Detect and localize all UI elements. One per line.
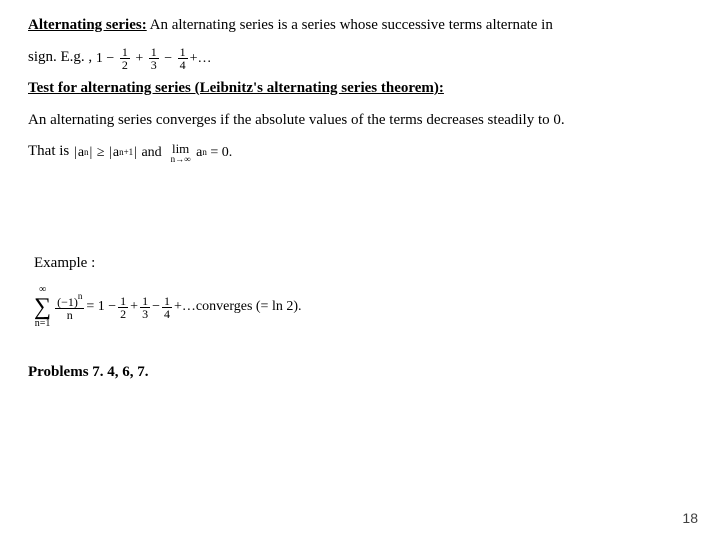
def-text-2: sign. E.g. ,: [28, 42, 96, 74]
test-condition-line: That is | an | ≥ | an+1 | and lim n→∞ an…: [28, 136, 692, 168]
def-text-1: An alternating series is a series whose …: [147, 10, 553, 42]
example-block: Example : ∞ ∑ n=1 (−1)n n = 1 − 12 + 13 …: [34, 248, 692, 330]
condition-formula: | an | ≥ | an+1 | and lim n→∞ an = 0.: [73, 138, 232, 167]
example-label: Example :: [34, 248, 692, 280]
sigma-icon: ∞ ∑ n=1: [34, 285, 51, 329]
example-formula: ∞ ∑ n=1 (−1)n n = 1 − 12 + 13 − 14 +… co…: [34, 285, 692, 329]
problems-reference: Problems 7. 4, 6, 7.: [28, 357, 692, 389]
slide-content: Alternating series: An alternating serie…: [0, 0, 720, 389]
definition-line-1: Alternating series: An alternating serie…: [28, 10, 692, 42]
page-number: 18: [682, 510, 698, 526]
example-series-1: 1 − 12 + 13 − 14 +…: [96, 44, 212, 73]
test-heading: Test for alternating series (Leibnitz's …: [28, 73, 692, 105]
def-heading: Alternating series:: [28, 10, 147, 42]
definition-line-2: sign. E.g. , 1 − 12 + 13 − 14 +…: [28, 42, 692, 74]
test-statement: An alternating series converges if the a…: [28, 105, 692, 137]
